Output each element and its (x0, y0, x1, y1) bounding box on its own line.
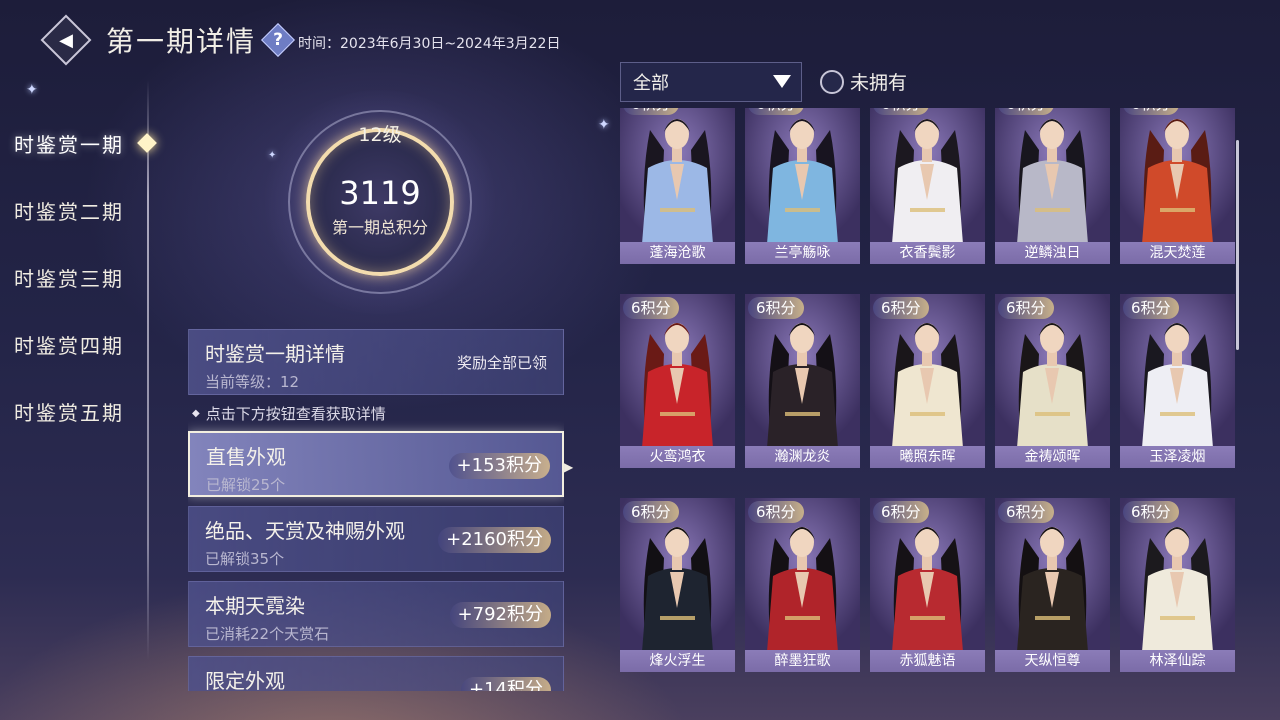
sparkle-decoration: ✦ (26, 82, 38, 98)
outfit-name: 醉墨狂歌 (745, 650, 860, 672)
question-mark-icon: ? (273, 30, 283, 50)
current-level: 当前等级：12 (205, 373, 300, 391)
score-badge: 12级 3119 第一期总积分 (258, 90, 502, 314)
nav-item-period-4[interactable]: 时鉴赏四期 (0, 311, 160, 378)
nav-item-label: 时鉴赏三期 (14, 267, 124, 291)
outfit-name: 林泽仙踪 (1120, 650, 1235, 672)
outfit-tile[interactable]: 6积分金祷颂晖 (995, 294, 1110, 468)
outfit-name: 曦照东晖 (870, 446, 985, 468)
unowned-toggle[interactable]: 未拥有 (820, 68, 907, 95)
outfit-points-badge: 6积分 (748, 108, 804, 115)
outfit-tile[interactable]: 6积分衣香鬓影 (870, 108, 985, 264)
outfit-tile[interactable]: 6积分火鸾鸿衣 (620, 294, 735, 468)
outfit-tile[interactable]: 6积分蓬海沧歌 (620, 108, 735, 264)
category-points: +2160积分 (438, 527, 551, 553)
outfit-name: 烽火浮生 (620, 650, 735, 672)
outfit-points-badge: 6积分 (873, 297, 929, 319)
outfit-name: 蓬海沧歌 (620, 242, 735, 264)
outfit-tile[interactable]: 6积分兰亭觞咏 (745, 108, 860, 264)
category-panel: 时鉴赏一期详情 当前等级：12 奖励全部已领 点击下方按钮查看获取详情 直售外观… (188, 329, 564, 691)
category-points: +792积分 (449, 602, 551, 628)
outfit-points-badge: 6积分 (1123, 108, 1179, 115)
outfit-name: 金祷颂晖 (995, 446, 1110, 468)
selected-pointer-icon: ▶ (564, 460, 574, 474)
outfit-character-image (745, 108, 860, 244)
sparkle-decoration: ✦ (598, 117, 610, 133)
outfit-tile[interactable]: 6积分醉墨狂歌 (745, 498, 860, 672)
outfit-points-badge: 6积分 (748, 501, 804, 523)
outfit-name: 瀚渊龙炎 (745, 446, 860, 468)
filter-dropdown[interactable]: 全部 (620, 62, 802, 102)
date-range: 时间：2023年6月30日~2024年3月22日 (298, 36, 561, 52)
hint-text: 点击下方按钮查看获取详情 (188, 395, 564, 431)
category-list: 直售外观 已解锁25个 +153积分 绝品、天赏及神赐外观 已解锁35个 +2160积分本… (188, 431, 564, 691)
dropdown-triangle-icon (773, 75, 791, 88)
unowned-toggle-label: 未拥有 (850, 72, 908, 94)
outfit-tile[interactable]: 6积分瀚渊龙炎 (745, 294, 860, 468)
outfit-points-badge: 6积分 (998, 108, 1054, 115)
total-points-label: 第一期总积分 (331, 218, 428, 237)
page-title: 第一期详情 (106, 25, 257, 58)
radio-circle-icon (820, 69, 844, 94)
outfit-name: 赤狐魅语 (870, 650, 985, 672)
outfit-character-image (995, 108, 1110, 244)
outfit-points-badge: 6积分 (998, 297, 1054, 319)
outfit-character-image (1120, 108, 1235, 244)
outfit-tile[interactable]: 6积分逆鳞浊日 (995, 108, 1110, 264)
nav-item-label: 时鉴赏一期 (14, 133, 124, 157)
period-detail-header: 时鉴赏一期详情 当前等级：12 奖励全部已领 (188, 329, 564, 395)
nav-item-period-3[interactable]: 时鉴赏三期 (0, 244, 160, 311)
level-label: 12级 (358, 124, 402, 146)
category-card[interactable]: 绝品、天赏及神赐外观 已解锁35个 +2160积分 (188, 506, 564, 572)
help-button[interactable]: ? (262, 24, 294, 56)
outfit-tile[interactable]: 6积分玉泽凌烟 (1120, 294, 1235, 468)
outfit-tile[interactable]: 6积分赤狐魅语 (870, 498, 985, 672)
outfit-points-badge: 6积分 (623, 108, 679, 115)
outfit-character-image (870, 108, 985, 244)
page-header: ◀ 第一期详情 ? 时间：2023年6月30日~2024年3月22日 (44, 16, 560, 64)
nav-item-label: 时鉴赏二期 (14, 200, 124, 224)
category-card[interactable]: 限定外观 +14积分 (188, 656, 564, 691)
outfit-tile[interactable]: 6积分天纵恒尊 (995, 498, 1110, 672)
outfit-name: 火鸾鸿衣 (620, 446, 735, 468)
outfit-name: 天纵恒尊 (995, 650, 1110, 672)
total-points: 3119 (339, 174, 421, 212)
outfit-tile[interactable]: 6积分烽火浮生 (620, 498, 735, 672)
outfit-points-badge: 6积分 (623, 501, 679, 523)
reward-claim-status[interactable]: 奖励全部已领 (457, 352, 547, 373)
category-card[interactable]: 本期天霓染 已消耗22个天赏石 +792积分 (188, 581, 564, 647)
nav-item-period-2[interactable]: 时鉴赏二期 (0, 177, 160, 244)
nav-item-label: 时鉴赏五期 (14, 401, 124, 425)
outfit-character-image (620, 108, 735, 244)
outfit-tile[interactable]: 6积分混天焚莲 (1120, 108, 1235, 264)
category-card[interactable]: 直售外观 已解锁25个 +153积分 (188, 431, 564, 497)
outfit-points-badge: 6积分 (998, 501, 1054, 523)
outfit-points-badge: 6积分 (1123, 297, 1179, 319)
back-button[interactable]: ◀ (44, 18, 88, 62)
category-points: +14积分 (461, 677, 551, 691)
nav-item-label: 时鉴赏四期 (14, 334, 124, 358)
category-points: +153积分 (448, 453, 550, 479)
outfit-name: 兰亭觞咏 (745, 242, 860, 264)
outfit-grid: 6积分蓬海沧歌6积分兰亭觞咏6积分衣香鬓影6积分逆鳞浊日6积分混天焚莲6积分火鸾… (620, 108, 1240, 690)
outfit-points-badge: 6积分 (623, 297, 679, 319)
outfit-tile[interactable]: 6积分曦照东晖 (870, 294, 985, 468)
outfit-points-badge: 6积分 (748, 297, 804, 319)
back-arrow-icon: ◀ (59, 29, 73, 51)
outfit-name: 逆鳞浊日 (995, 242, 1110, 264)
outfit-name: 混天焚莲 (1120, 242, 1235, 264)
outfit-tile[interactable]: 6积分林泽仙踪 (1120, 498, 1235, 672)
outfit-name: 玉泽凌烟 (1120, 446, 1235, 468)
period-nav: 时鉴赏一期时鉴赏二期时鉴赏三期时鉴赏四期时鉴赏五期 (0, 110, 160, 445)
outfit-points-badge: 6积分 (1123, 501, 1179, 523)
grid-scrollbar[interactable] (1236, 140, 1239, 350)
nav-item-period-1[interactable]: 时鉴赏一期 (0, 110, 160, 177)
outfit-name: 衣香鬓影 (870, 242, 985, 264)
outfit-points-badge: 6积分 (873, 501, 929, 523)
outfit-points-badge: 6积分 (873, 108, 929, 115)
filter-selected-value: 全部 (633, 73, 669, 94)
nav-item-period-5[interactable]: 时鉴赏五期 (0, 378, 160, 445)
